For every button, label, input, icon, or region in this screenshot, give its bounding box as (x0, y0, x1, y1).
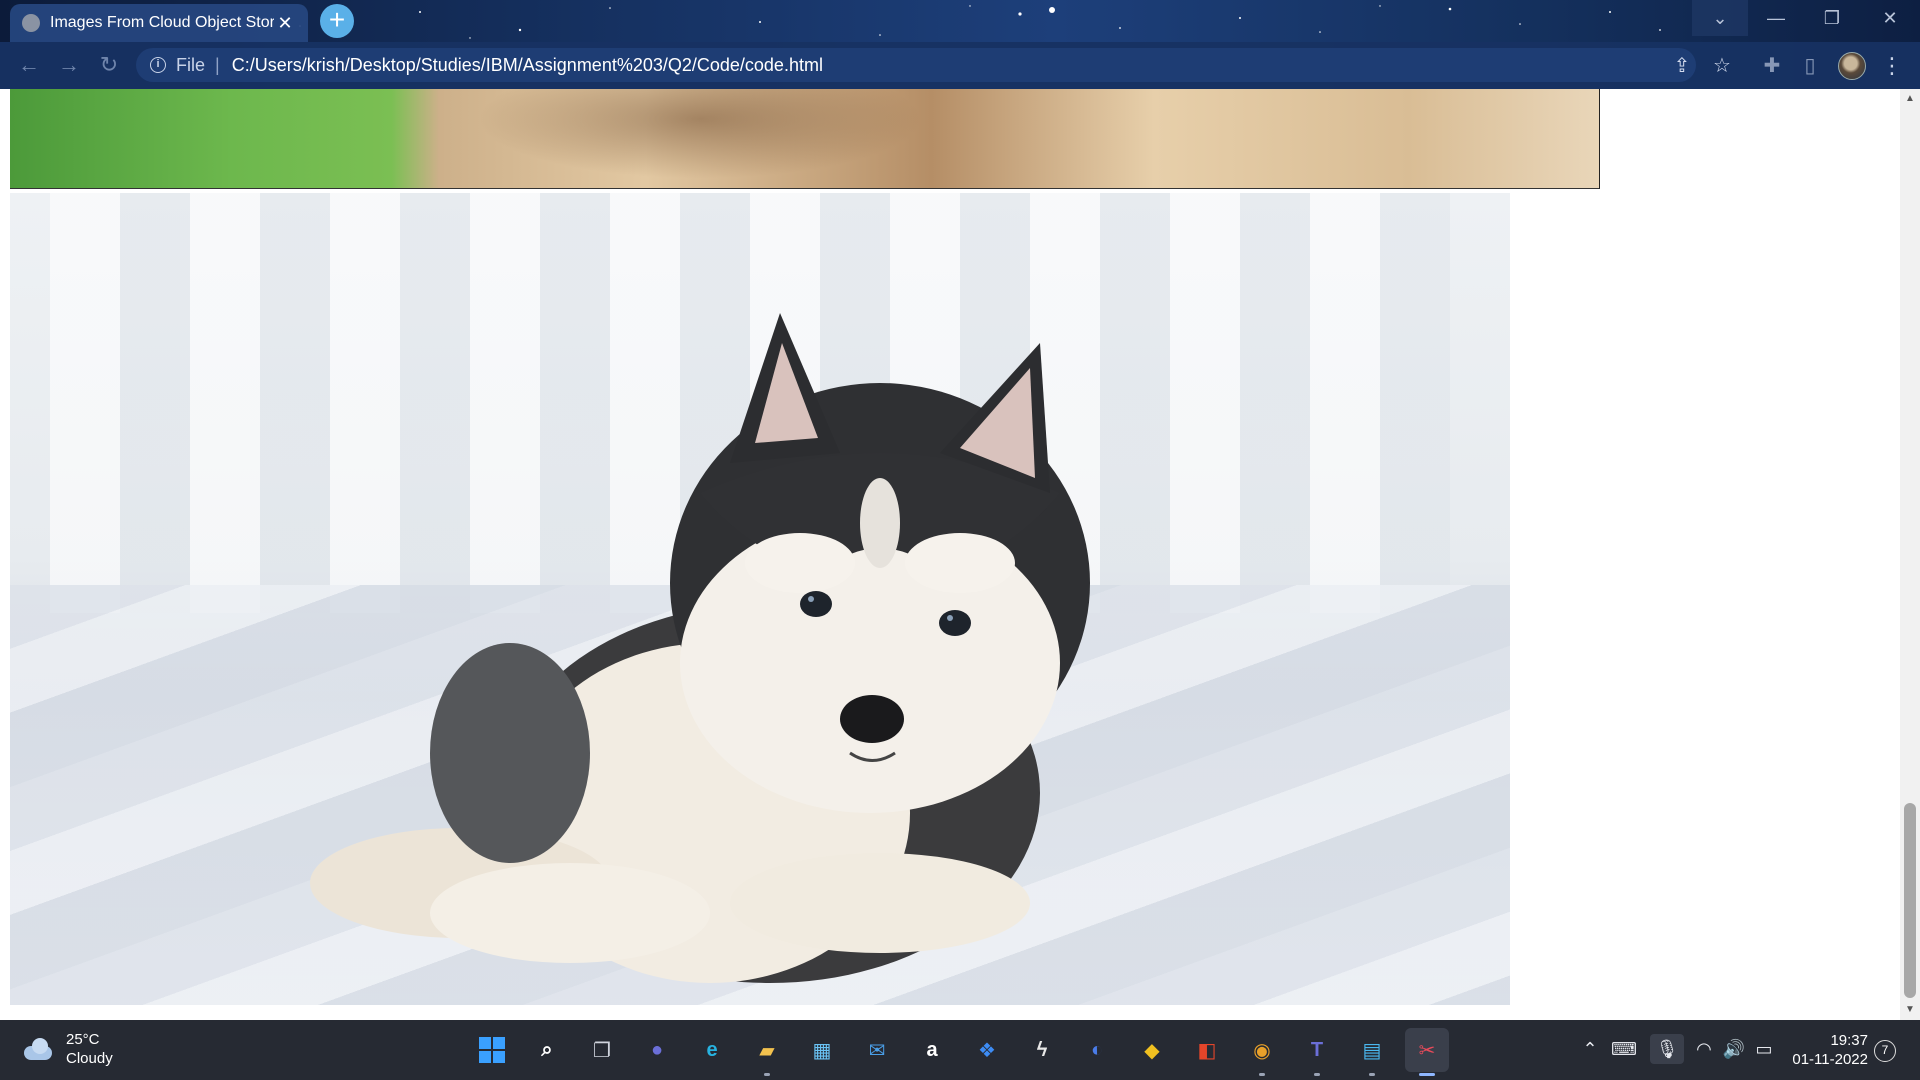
mic-muted-icon[interactable]: 🎙 (1650, 1034, 1684, 1064)
weather-widget[interactable]: 25°C Cloudy (20, 1030, 113, 1068)
edge-icon[interactable]: e (690, 1028, 734, 1072)
running-indicator (764, 1073, 770, 1076)
tab-strip: Images From Cloud Object Stora ✕ + ⌄ — ❐… (0, 0, 1920, 42)
share-icon[interactable]: ⇪ (1670, 54, 1694, 78)
reload-button[interactable]: ↻ (94, 50, 124, 80)
running-indicator (1314, 1073, 1320, 1076)
app-coin-icon[interactable]: ◆ (1130, 1028, 1174, 1072)
mail-icon[interactable]: ✉ (855, 1028, 899, 1072)
office-icon[interactable]: ◧ (1185, 1028, 1229, 1072)
husky-puppy-illustration (310, 313, 1090, 983)
weather-temperature: 25°C (66, 1031, 100, 1048)
windows-taskbar: 25°C Cloudy ⌕ ❐ ● e ▰ ▦ ✉ a ❖ ϟ ◐ ◆ ◧ ◉ T ▤ ✂ ⌃ ⌨ 🎙 ◠ 🔊 … (0, 1020, 1920, 1080)
file-explorer-icon[interactable]: ▰ (745, 1028, 789, 1076)
app-bolt-icon[interactable]: ϟ (1020, 1028, 1064, 1072)
taskbar-pinned-apps: ⌕ ❐ ● e ▰ ▦ ✉ a ❖ ϟ ◐ ◆ ◧ ◉ T ▤ ✂ (470, 1028, 1460, 1076)
start-icon[interactable] (470, 1028, 514, 1072)
browser-menu-icon[interactable]: ⋮ (1880, 52, 1904, 80)
bookmark-star-icon[interactable]: ☆ (1710, 54, 1734, 78)
husky-puppy-image (10, 193, 1510, 1005)
search-icon[interactable]: ⌕ (525, 1028, 569, 1072)
volume-icon[interactable]: 🔊 (1720, 1034, 1748, 1064)
notification-count-badge[interactable]: 7 (1874, 1040, 1896, 1062)
chrome-icon[interactable]: ◉ (1240, 1028, 1284, 1076)
minimize-button[interactable]: — (1748, 0, 1804, 36)
forward-button[interactable]: → (54, 50, 84, 80)
clock-time: 19:37 (1830, 1032, 1868, 1049)
tab-title: Images From Cloud Object Stora (50, 14, 274, 31)
store-icon[interactable]: ▦ (800, 1028, 844, 1072)
profile-avatar[interactable] (1838, 52, 1866, 80)
address-bar[interactable]: i File | C:/Users/krish/Desktop/Studies/… (136, 48, 1696, 82)
cloud-icon (20, 1038, 54, 1060)
url-text[interactable]: C:/Users/krish/Desktop/Studies/IBM/Assig… (232, 55, 823, 76)
system-clock[interactable]: 19:37 01-11-2022 (1792, 1031, 1868, 1069)
weather-condition: Cloudy (66, 1050, 113, 1067)
chat-icon[interactable]: ● (635, 1028, 679, 1072)
show-hidden-icons-chevron-icon[interactable]: ⌃ (1576, 1034, 1604, 1064)
scrollbar-thumb[interactable] (1904, 803, 1916, 998)
browser-toolbar: ← → ↻ i File | C:/Users/krish/Desktop/St… (0, 42, 1920, 89)
running-indicator (1369, 1073, 1375, 1076)
browser-tab-active[interactable]: Images From Cloud Object Stora ✕ (10, 4, 308, 42)
tab-search-dropdown-icon[interactable]: ⌄ (1692, 0, 1748, 36)
side-panel-icon[interactable]: ▯ (1796, 52, 1824, 80)
dropbox-icon[interactable]: ❖ (965, 1028, 1009, 1072)
vertical-scrollbar[interactable]: ▲ ▼ (1900, 89, 1920, 1020)
app-arc-icon[interactable]: ◐ (1075, 1028, 1119, 1072)
browser-chrome: Images From Cloud Object Stora ✕ + ⌄ — ❐… (0, 0, 1920, 89)
tab-close-icon[interactable]: ✕ (274, 12, 296, 34)
snipping-icon[interactable]: ✂ (1405, 1028, 1449, 1076)
new-tab-button[interactable]: + (320, 4, 354, 38)
info-icon[interactable]: i (150, 57, 166, 73)
dog-image-partial (10, 89, 1600, 189)
amazon-icon[interactable]: a (910, 1028, 954, 1072)
address-separator: | (215, 54, 220, 75)
task-view-icon[interactable]: ❐ (580, 1028, 624, 1072)
scroll-down-arrow-icon[interactable]: ▼ (1900, 1000, 1920, 1020)
battery-icon[interactable]: ▭ (1750, 1034, 1778, 1064)
file-scheme-label: File (176, 54, 206, 75)
globe-favicon-icon (22, 14, 40, 32)
back-button[interactable]: ← (14, 50, 44, 80)
running-indicator (1419, 1073, 1435, 1076)
teams-icon[interactable]: T (1295, 1028, 1339, 1076)
keyboard-icon[interactable]: ⌨ (1610, 1034, 1638, 1064)
wifi-icon[interactable]: ◠ (1690, 1034, 1718, 1064)
clock-date: 01-11-2022 (1792, 1051, 1868, 1068)
page-viewport: ▲ ▼ (0, 89, 1920, 1020)
scroll-up-arrow-icon[interactable]: ▲ (1900, 89, 1920, 109)
running-indicator (1259, 1073, 1265, 1076)
restore-button[interactable]: ❐ (1804, 0, 1860, 36)
notepad-icon[interactable]: ▤ (1350, 1028, 1394, 1076)
extensions-icon[interactable]: ✚ (1758, 52, 1786, 80)
close-window-button[interactable]: ✕ (1862, 0, 1918, 36)
